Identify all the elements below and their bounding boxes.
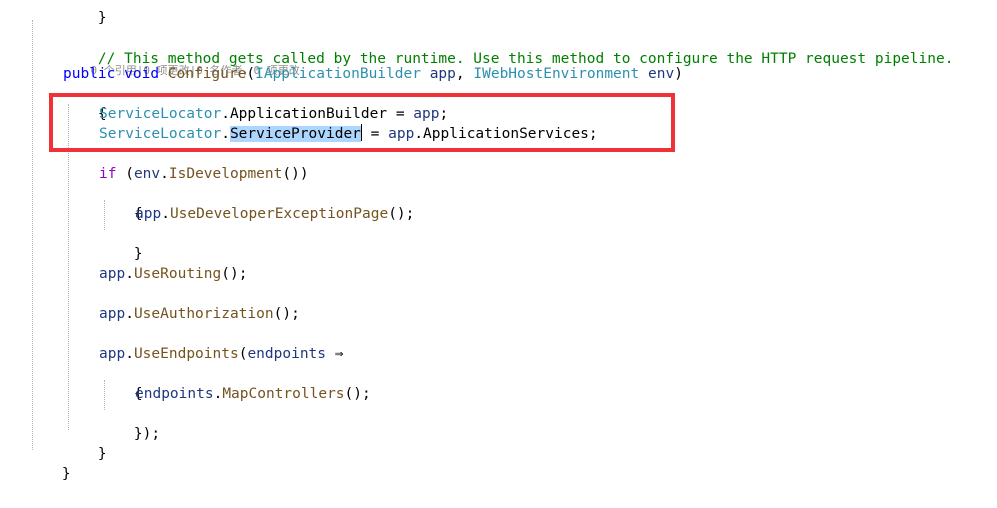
code-line-lambda-close[interactable]: });: [99, 404, 160, 442]
code-line-class-close[interactable]: }: [27, 444, 71, 482]
param-env: env: [133, 166, 161, 182]
method-mapcontrollers: MapControllers: [222, 386, 345, 402]
dot: .: [213, 386, 223, 402]
indent-guide: [32, 20, 33, 450]
param-app: app: [99, 266, 126, 282]
paren-open: (: [116, 166, 134, 182]
brace: }: [97, 10, 107, 26]
code-line-use-routing[interactable]: app.UseRouting();: [99, 264, 247, 284]
red-highlight-box: [49, 93, 675, 152]
dot: .: [125, 266, 134, 282]
lambda-close: });: [133, 426, 161, 442]
param-app: app: [429, 66, 456, 82]
brace: }: [61, 466, 71, 482]
code-line-if[interactable]: if (env.IsDevelopment()): [99, 164, 309, 184]
dot: .: [125, 346, 134, 362]
paren-close: ): [674, 66, 683, 82]
code-line-if-open[interactable]: {: [99, 184, 143, 222]
code-line-use-authorization[interactable]: app.UseAuthorization();: [99, 304, 300, 324]
method-userouting: UseRouting: [133, 266, 222, 282]
code-line-method-close[interactable]: }: [63, 424, 107, 462]
code-line-map-controllers[interactable]: endpoints.MapControllers();: [135, 384, 371, 404]
param-endpoints: endpoints: [135, 386, 214, 402]
code-line-comment[interactable]: // This method gets called by the runtim…: [63, 29, 954, 67]
paren-open: (: [246, 66, 256, 82]
comma: ,: [455, 66, 474, 82]
code-editor[interactable]: } // This method gets called by the runt…: [0, 0, 997, 508]
call-end: ();: [221, 266, 248, 282]
param-endpoints: endpoints: [247, 346, 327, 362]
call-end: ();: [344, 386, 371, 402]
type-iapplicationbuilder: IApplicationBuilder: [255, 66, 421, 82]
keyword-void: void: [124, 66, 160, 82]
keyword-if: if: [99, 166, 117, 182]
method-isdevelopment: IsDevelopment: [168, 166, 283, 182]
type-iwebhostenvironment: IWebHostEnvironment: [473, 66, 640, 82]
lambda-arrow: ⇒: [326, 346, 344, 362]
method-name-configure: Configure: [167, 66, 247, 82]
code-line-signature[interactable]: public void Configure(IApplicationBuilde…: [63, 64, 683, 84]
call-end: ();: [388, 206, 415, 222]
dot: .: [160, 166, 169, 182]
method-useauthorization: UseAuthorization: [133, 306, 274, 322]
code-line-use-endpoints[interactable]: app.UseEndpoints(endpoints ⇒: [99, 344, 343, 364]
keyword-public: public: [63, 66, 116, 82]
brace: }: [133, 246, 143, 262]
param-app: app: [99, 346, 126, 362]
param-app: app: [99, 306, 126, 322]
code-line-lambda-open[interactable]: {: [99, 364, 143, 402]
code-line-if-close[interactable]: }: [99, 224, 143, 262]
method-useendpoints: UseEndpoints: [133, 346, 239, 362]
dot: .: [161, 206, 170, 222]
param-app: app: [135, 206, 162, 222]
param-env: env: [647, 66, 675, 82]
indent-guide: [68, 104, 69, 430]
brace: }: [97, 446, 107, 462]
code-line-top-brace[interactable]: }: [63, 0, 107, 26]
dot: .: [125, 306, 134, 322]
call-end: ();: [273, 306, 300, 322]
code-line-dev-exception-page[interactable]: app.UseDeveloperExceptionPage();: [135, 204, 414, 224]
paren-close: ()): [282, 166, 309, 182]
method-usedeveloperexceptionpage: UseDeveloperExceptionPage: [169, 206, 389, 222]
